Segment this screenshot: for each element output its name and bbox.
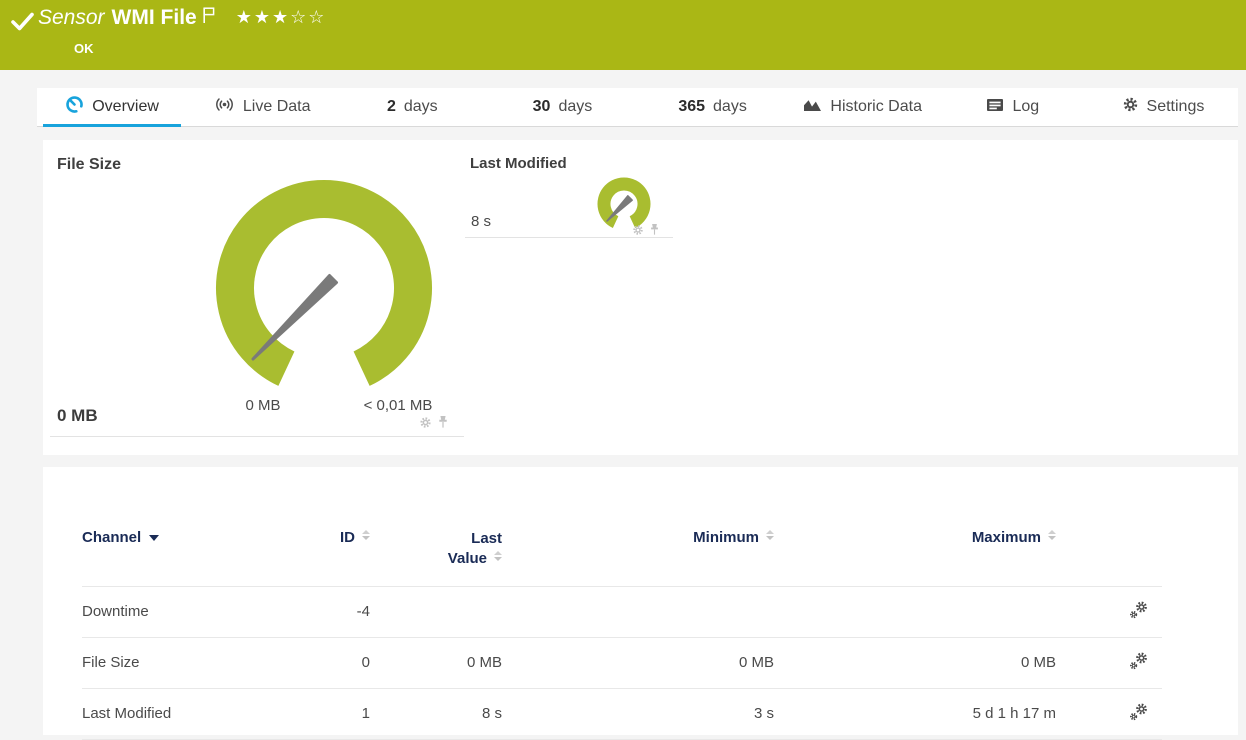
cell-maximum [774,585,1056,637]
channel-settings-gears-icon[interactable] [1128,650,1150,676]
tab-historic-data[interactable]: Historic Data [788,88,938,126]
gauge-scale-min: 0 MB [245,397,281,414]
channels-panel: Channel ID Last Value Minimum Maximum Do… [43,467,1238,740]
tab-label: Live Data [242,98,311,115]
cell-maximum: 5 d 1 h 17 m [774,687,1056,740]
cell-minimum [502,585,774,637]
cell-settings [1056,687,1162,740]
tab-live-data[interactable]: Live Data [187,88,337,126]
cell-id: -4 [300,585,370,637]
last-modified-current-value: 8 s [471,213,492,230]
cell-id: 0 [300,636,370,688]
tab-bar: Overview Live Data 2 days 30 days 365 da… [37,88,1238,127]
file-size-gauge [208,180,440,413]
cell-settings [1056,585,1162,637]
cell-id: 1 [300,687,370,740]
flag-icon [202,7,216,29]
cell-settings [1056,636,1162,688]
sensor-title: Sensor WMI File ★★★☆☆ [38,6,326,36]
tab-number: 2 [386,98,396,115]
channel-settings-gears-icon[interactable] [1128,701,1150,727]
column-header-maximum[interactable]: Maximum [774,515,1056,586]
table-row[interactable]: Downtime -4 [82,585,1162,637]
column-header-channel[interactable]: Channel [82,515,300,586]
tab-label: Settings [1146,98,1205,115]
gear-icon [1122,96,1139,118]
widget-pin-icon[interactable] [437,415,449,429]
cell-last-value: 8 s [370,687,502,740]
tab-label: Overview [92,98,159,115]
tab-number: 365 [678,98,706,115]
status-badge: OK [74,41,94,56]
tab-number: 30 [532,98,551,115]
sensor-type-label: Sensor [38,6,105,29]
stars-filled: ★★★ [235,7,291,27]
widget-pin-icon[interactable] [649,223,660,236]
widget-divider [50,436,464,437]
sort-icon [1048,530,1056,540]
cell-maximum: 0 MB [774,636,1056,688]
sort-icon [494,551,502,562]
log-icon [986,98,1004,117]
cell-channel[interactable]: Last Modified [82,687,300,740]
column-header-minimum[interactable]: Minimum [502,515,774,586]
gauges-panel: File Size 0 MB < 0,01 MB 0 MB Last Modif… [43,140,1238,455]
tab-overview[interactable]: Overview [37,88,187,127]
cell-last-value [370,585,502,637]
cell-last-value: 0 MB [370,636,502,688]
last-modified-widget-title: Last Modified [470,155,567,172]
sensor-name: WMI File [111,6,197,29]
broadcast-icon [214,96,235,118]
column-header-id[interactable]: ID [300,515,370,586]
sort-desc-icon [149,535,160,541]
widget-gear-icon[interactable] [632,224,644,236]
column-header-settings [1056,515,1162,586]
gauge-icon [65,95,84,119]
file-size-widget-title: File Size [57,156,122,173]
table-row[interactable]: File Size 0 0 MB 0 MB 0 MB [82,636,1162,688]
file-size-current-value: 0 MB [57,406,98,425]
tab-label: days [558,98,593,115]
tab-log[interactable]: Log [938,88,1088,126]
table-header-row: Channel ID Last Value Minimum Maximum [82,515,1162,586]
channel-settings-gears-icon[interactable] [1128,599,1150,625]
cell-channel[interactable]: File Size [82,636,300,688]
tab-365-days[interactable]: 365 days [638,88,788,126]
priority-stars[interactable]: ★★★☆☆ [236,7,327,28]
tab-30-days[interactable]: 30 days [487,88,637,126]
tab-2-days[interactable]: 2 days [337,88,487,126]
tab-label: Historic Data [830,98,922,115]
column-header-last-value[interactable]: Last Value [370,515,502,586]
sort-icon [362,530,370,540]
widget-gear-icon[interactable] [419,416,432,429]
cell-minimum: 0 MB [502,636,774,688]
tab-label: days [713,98,747,115]
sensor-header: Sensor WMI File ★★★☆☆ OK [0,0,1246,70]
table-row[interactable]: Last Modified 1 8 s 3 s 5 d 1 h 17 m [82,687,1162,740]
cell-channel[interactable]: Downtime [82,585,300,637]
tab-label: days [403,98,438,115]
cell-minimum: 3 s [502,687,774,740]
channels-table: Channel ID Last Value Minimum Maximum Do… [82,515,1162,740]
gauge-scale-max: < 0,01 MB [363,397,433,414]
tab-settings[interactable]: Settings [1088,88,1238,126]
stars-empty: ☆☆ [290,7,327,27]
widget-divider [465,237,673,238]
tab-label: Log [1012,98,1040,115]
area-chart-icon [803,97,822,117]
status-check-icon [11,12,35,37]
sort-icon [766,530,774,540]
